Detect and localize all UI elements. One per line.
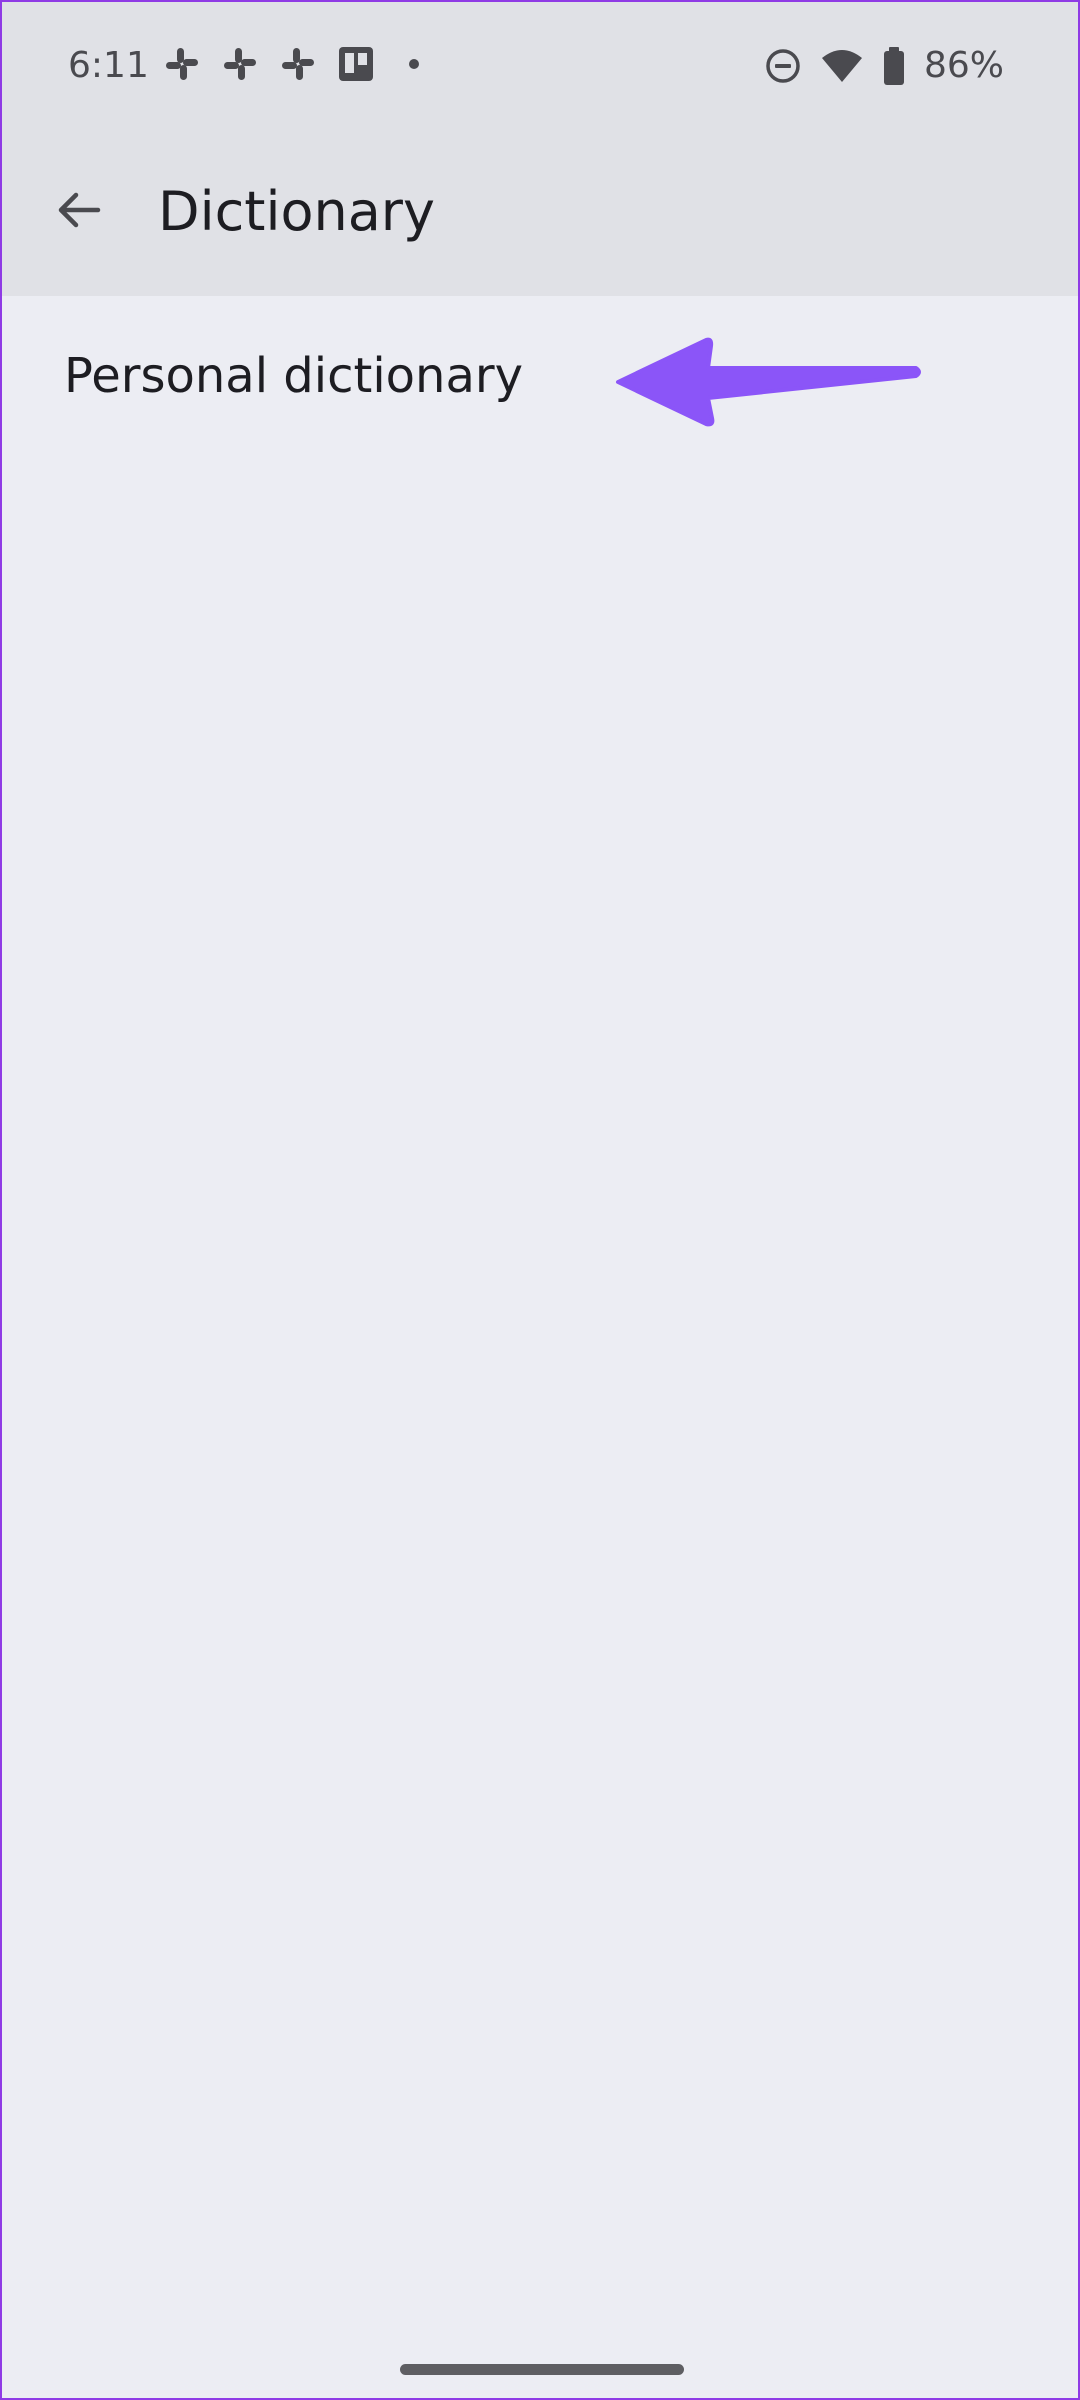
notification-icons xyxy=(164,46,432,82)
gesture-nav-bar[interactable] xyxy=(400,2364,684,2375)
slack-icon xyxy=(164,46,200,82)
battery-icon xyxy=(882,46,906,86)
wifi-icon xyxy=(820,48,864,84)
status-time: 6:11 xyxy=(68,45,149,86)
back-button[interactable] xyxy=(40,174,116,250)
trello-icon xyxy=(338,46,374,82)
status-bar: 6:11 86% xyxy=(2,2,1078,130)
page-title: Dictionary xyxy=(158,180,435,243)
battery-percent: 86% xyxy=(923,45,1004,86)
slack-icon xyxy=(222,46,258,82)
slack-icon xyxy=(280,46,316,82)
list-item-label: Personal dictionary xyxy=(64,348,523,404)
system-status-icons: 86% xyxy=(764,40,1004,92)
do-not-disturb-icon xyxy=(764,47,802,85)
arrow-back-icon xyxy=(54,186,102,238)
annotation-arrow xyxy=(614,332,924,436)
app-bar: Dictionary xyxy=(2,130,1078,296)
more-dot-icon xyxy=(396,46,432,82)
